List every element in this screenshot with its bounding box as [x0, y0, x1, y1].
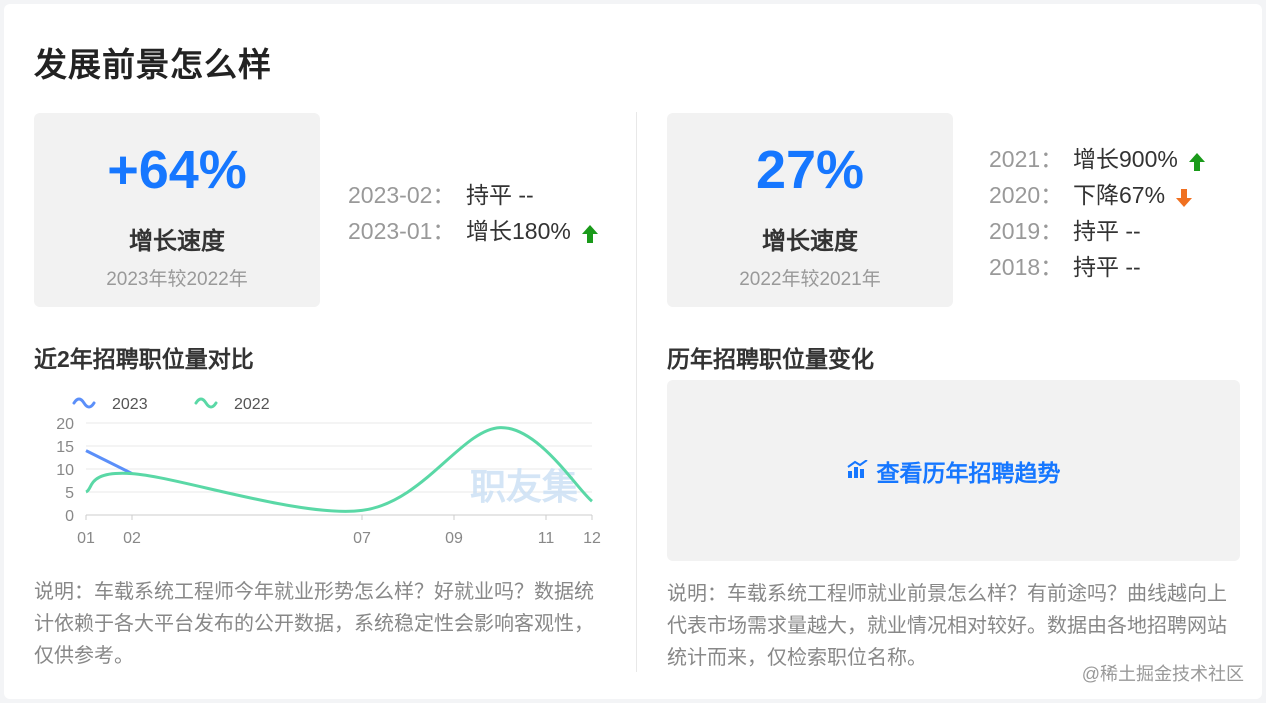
trend-text: 增长900% — [1073, 146, 1178, 172]
y-tick-label: 0 — [65, 508, 74, 525]
x-tick-label: 02 — [123, 530, 141, 547]
y-tick-label: 10 — [56, 462, 74, 479]
view-trend-link[interactable]: 查看历年招聘趋势 — [846, 454, 1061, 488]
growth-stat-box-2022: 27% 增长速度 2022年较2021年 — [667, 113, 953, 307]
x-tick-label: 01 — [77, 530, 95, 547]
footer-watermark: @稀土掘金技术社区 — [1081, 664, 1244, 684]
trend-text: 下降67% — [1073, 182, 1166, 208]
trend-period: 2023-01： — [348, 218, 456, 244]
arrow-up-icon — [581, 221, 599, 243]
page-title: 发展前景怎么样 — [34, 46, 272, 83]
growth-label: 增长速度 — [129, 228, 225, 255]
x-tick-label: 09 — [445, 530, 463, 547]
trend-row: 2019： 持平 -- — [989, 213, 1206, 249]
note-left: 说明：车载系统工程师今年就业形势怎么样？好就业吗？数据统计依赖于各大平台发布的公… — [34, 581, 594, 667]
trend-period: 2020： — [989, 182, 1064, 208]
growth-value: 27% — [755, 140, 865, 200]
trend-row: 2023-02： 持平 -- — [348, 177, 599, 213]
trend-text: 持平 -- — [1073, 218, 1141, 244]
section-title-job-history: 历年招聘职位量变化 — [667, 346, 874, 372]
growth-compare: 2022年较2021年 — [739, 269, 881, 290]
growth-value: +64% — [107, 140, 247, 200]
legend-marker-2023 — [72, 397, 96, 409]
x-tick-label: 12 — [583, 530, 601, 547]
y-tick-label: 15 — [56, 439, 74, 456]
job-comparison-line-chart: 0 5 10 15 20 01 02 07 09 11 12 职友集 2023 2022 — [56, 396, 601, 547]
legend-label-2023: 2023 — [112, 396, 148, 413]
trend-period: 2021： — [989, 146, 1064, 172]
trend-row: 2018： 持平 -- — [989, 249, 1206, 285]
trend-period: 2023-02： — [348, 182, 456, 208]
monthly-trend-list: 2023-02： 持平 -- 2023-01： 增长180% — [348, 177, 599, 249]
trend-text: 持平 -- — [1073, 254, 1141, 280]
trend-row: 2020： 下降67% — [989, 177, 1206, 213]
trend-period: 2019： — [989, 218, 1064, 244]
arrow-down-icon — [1175, 185, 1193, 207]
legend-marker-2022 — [194, 397, 218, 409]
view-trend-label: 查看历年招聘趋势 — [876, 459, 1061, 486]
view-trend-panel[interactable]: 查看历年招聘趋势 — [667, 380, 1240, 561]
trend-row: 2023-01： 增长180% — [348, 213, 599, 249]
x-tick-label: 11 — [538, 530, 555, 547]
trend-row: 2021： 增长900% — [989, 141, 1206, 177]
y-tick-label: 20 — [56, 416, 74, 433]
growth-compare: 2023年较2022年 — [106, 269, 248, 290]
x-tick-label: 07 — [353, 530, 371, 547]
y-tick-label: 5 — [65, 485, 74, 502]
growth-stat-box-2023: +64% 增长速度 2023年较2022年 — [34, 113, 320, 307]
trend-period: 2018： — [989, 254, 1064, 280]
section-title-job-comparison: 近2年招聘职位量对比 — [34, 346, 254, 372]
trend-text: 增长180% — [466, 218, 571, 244]
arrow-up-icon — [1188, 149, 1206, 171]
column-divider — [636, 112, 637, 672]
growth-label: 增长速度 — [762, 228, 858, 255]
chart-watermark: 职友集 — [470, 467, 578, 508]
series-line-2023 — [85, 449, 133, 475]
trend-text: 持平 -- — [466, 182, 534, 208]
legend-label-2022: 2022 — [234, 396, 270, 413]
yearly-trend-list: 2021： 增长900% 2020： 下降67% 2019： 持平 -- 201… — [989, 141, 1206, 285]
bar-chart-icon — [846, 457, 869, 484]
